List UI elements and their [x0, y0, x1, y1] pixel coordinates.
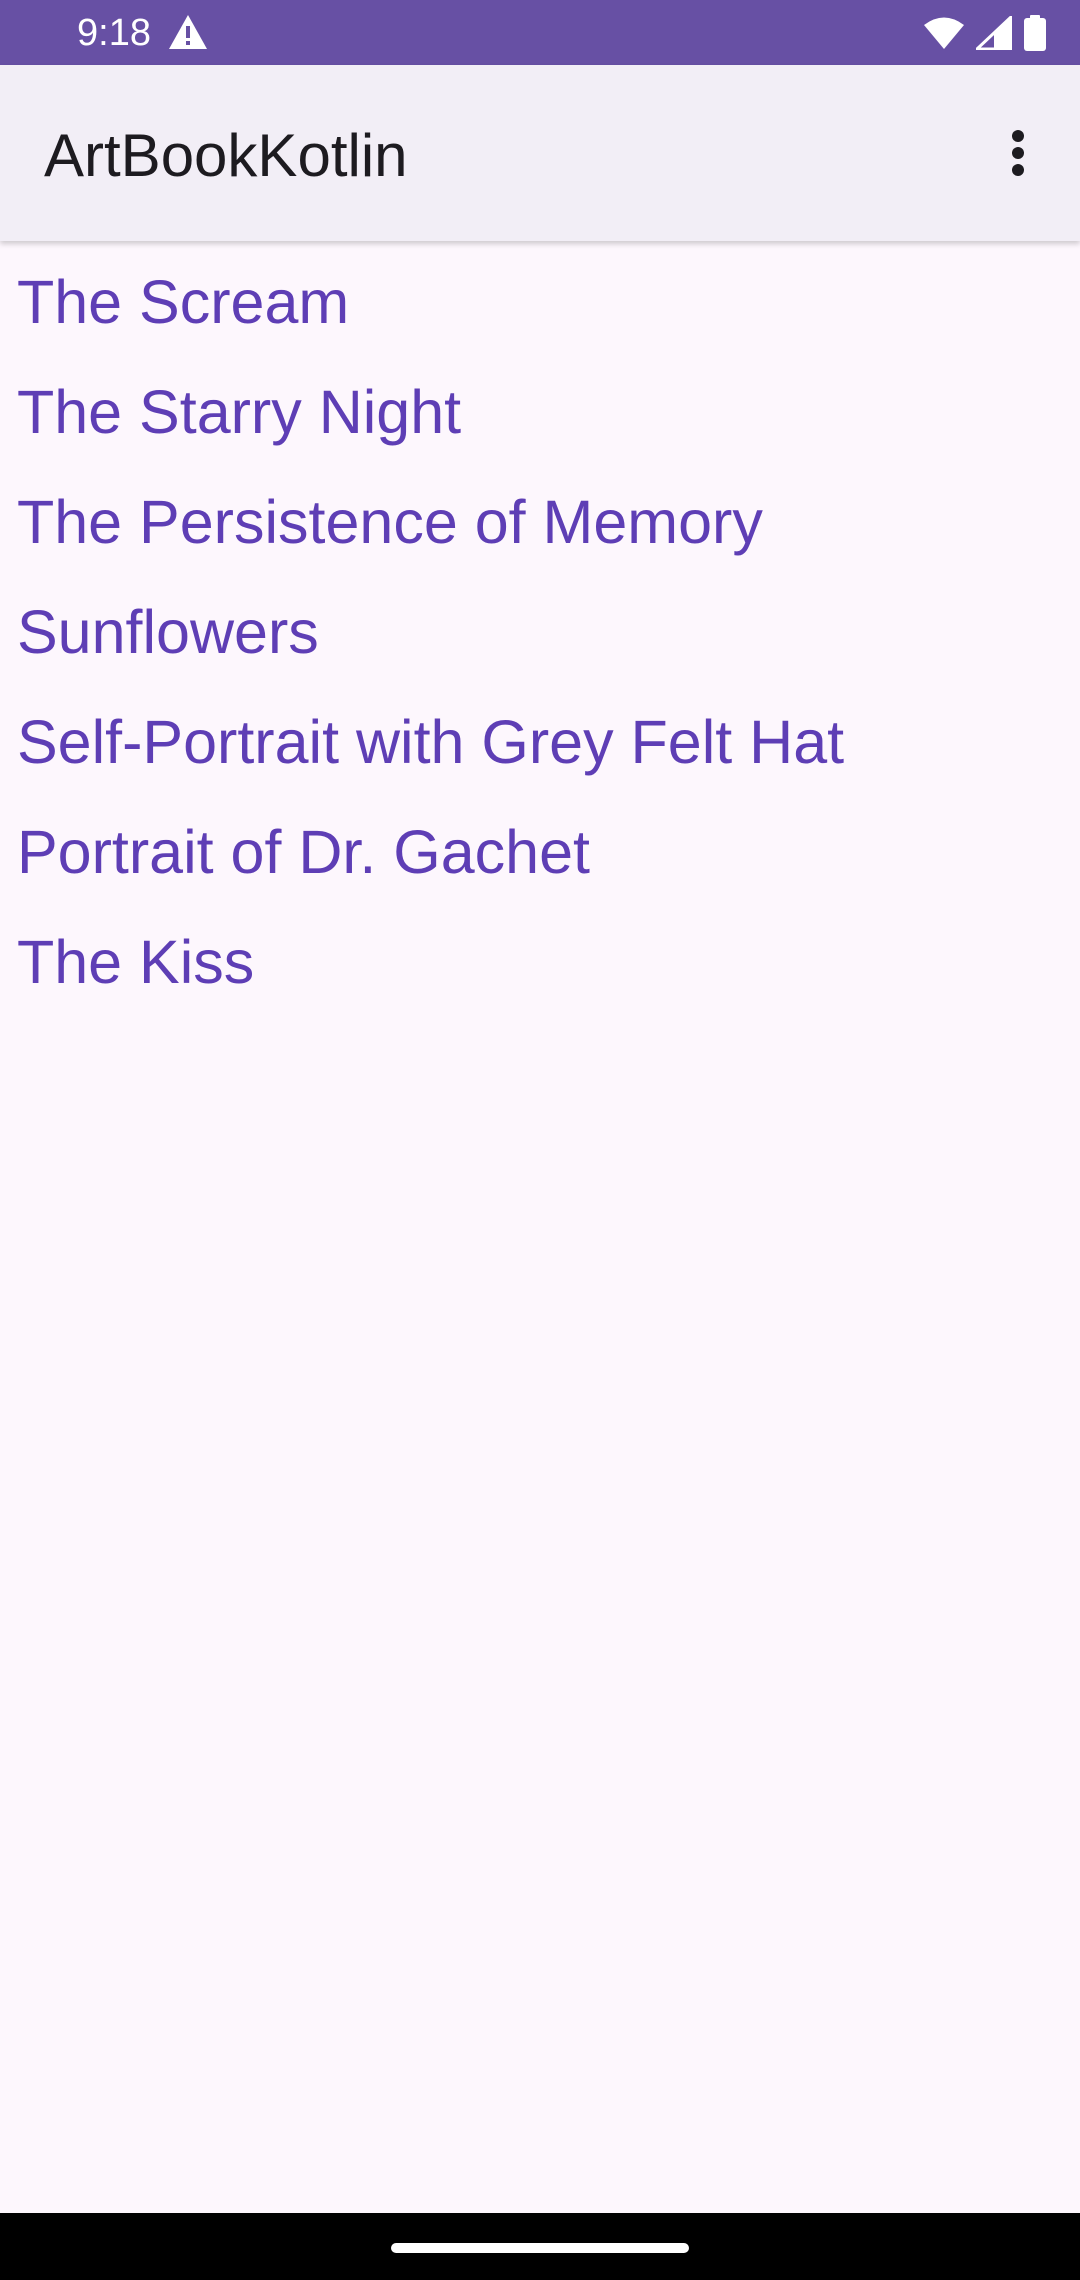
list-item-self-portrait-with-grey-felt-hat[interactable]: Self-Portrait with Grey Felt Hat	[0, 687, 1080, 797]
warning-icon	[168, 14, 208, 50]
list-item-the-scream[interactable]: The Scream	[0, 247, 1080, 357]
list-item-portrait-of-dr-gachet[interactable]: Portrait of Dr. Gachet	[0, 797, 1080, 907]
screen: 9:18 ArtBookKotlin The Scream The Starry…	[0, 0, 1080, 2280]
home-gesture-handle[interactable]	[391, 2243, 689, 2253]
list-item-the-kiss[interactable]: The Kiss	[0, 907, 1080, 1017]
list-item-label: The Scream	[17, 268, 350, 336]
list-item-sunflowers[interactable]: Sunflowers	[0, 577, 1080, 687]
app-title: ArtBookKotlin	[44, 122, 408, 189]
list-item-label: Self-Portrait with Grey Felt Hat	[17, 708, 845, 776]
list-item-label: The Persistence of Memory	[17, 488, 763, 556]
list-item-the-persistence-of-memory[interactable]: The Persistence of Memory	[0, 467, 1080, 577]
wifi-icon	[924, 16, 964, 50]
status-icons	[924, 14, 1046, 52]
cell-signal-icon	[976, 16, 1012, 50]
battery-icon	[1024, 15, 1046, 51]
list-item-label: Portrait of Dr. Gachet	[17, 818, 590, 886]
navigation-bar	[0, 2213, 1080, 2280]
app-bar: ArtBookKotlin	[0, 65, 1080, 241]
list-item-label: The Kiss	[17, 928, 255, 996]
art-list: The Scream The Starry Night The Persiste…	[0, 241, 1080, 1017]
overflow-menu-button[interactable]	[970, 103, 1066, 203]
list-item-label: The Starry Night	[17, 378, 462, 446]
more-vert-icon	[1012, 130, 1024, 176]
list-item-the-starry-night[interactable]: The Starry Night	[0, 357, 1080, 467]
list-item-label: Sunflowers	[17, 598, 319, 666]
status-bar: 9:18	[0, 0, 1080, 65]
status-time: 9:18	[77, 12, 151, 54]
